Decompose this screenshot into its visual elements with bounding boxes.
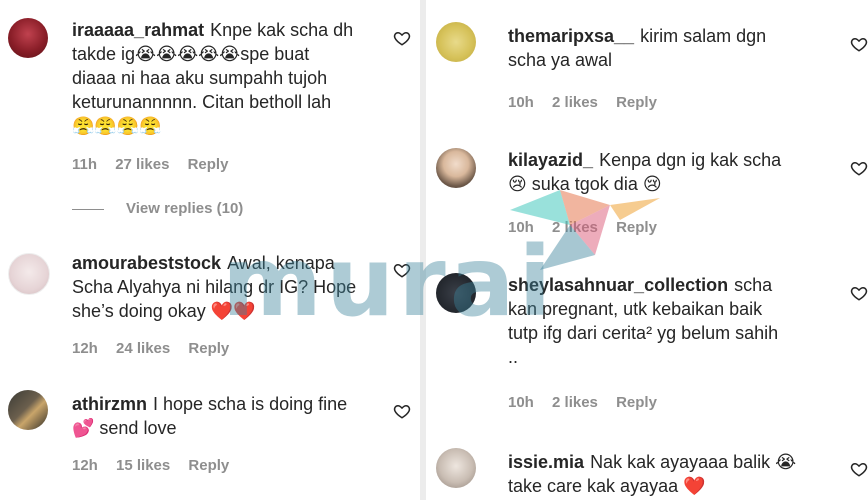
comment-text: diaaa ni haa aku sumpahh tujoh <box>72 68 328 88</box>
comment-time[interactable]: 11h <box>72 156 97 173</box>
comment-body: themaripxsa__ kirim salam dgn scha ya awa… <box>508 24 828 72</box>
comment-body: iraaaaa_rahmat Knpe kak scha dh takde ig😭… <box>72 18 392 138</box>
comment-text: take care kak ayayaa ❤️ <box>508 476 706 496</box>
comment-time[interactable]: 10h <box>508 394 534 411</box>
comment-text: scha ya awal <box>508 50 613 70</box>
comment-body: athirzmn I hope scha is doing fine 💕 send… <box>72 392 392 440</box>
comment-text: Knpe kak scha dh <box>210 20 354 40</box>
comment-meta: 11h 27 likes Reply <box>72 156 242 173</box>
heart-icon[interactable] <box>850 284 868 302</box>
reply-button[interactable]: Reply <box>188 156 229 173</box>
comment-item: athirzmn I hope scha is doing fine 💕 send… <box>0 384 420 500</box>
comment-text: 💕 send love <box>72 418 177 438</box>
comment-text: Nak kak ayayaaa balik 😭 <box>590 452 797 472</box>
comment-text: kirim salam dgn <box>640 26 767 46</box>
heart-icon[interactable] <box>850 159 868 177</box>
heart-icon[interactable] <box>850 460 868 478</box>
comment-username[interactable]: issie.mia <box>508 452 584 472</box>
like-count[interactable]: 24 likes <box>116 340 170 357</box>
comment-time[interactable]: 12h <box>72 457 98 474</box>
heart-icon[interactable] <box>393 29 411 47</box>
avatar[interactable] <box>8 18 48 58</box>
comment-username[interactable]: athirzmn <box>72 394 147 414</box>
replies-divider-line <box>72 208 104 210</box>
comment-meta: 10h 2 likes Reply <box>508 94 671 111</box>
comment-text: 😤😤😤😤 <box>72 116 162 136</box>
comment-meta: 12h 15 likes Reply <box>72 457 243 474</box>
comment-username[interactable]: kilayazid_ <box>508 150 593 170</box>
comment-text: takde ig😭😭😭😭😭spe buat <box>72 44 310 64</box>
comment-text: I hope scha is doing fine <box>153 394 348 414</box>
comment-text: scha <box>734 275 773 295</box>
like-count[interactable]: 15 likes <box>116 457 170 474</box>
comment-item: themaripxsa__ kirim salam dgn scha ya awa… <box>426 0 868 125</box>
comment-time[interactable]: 12h <box>72 340 98 357</box>
avatar[interactable] <box>8 253 50 295</box>
reply-button[interactable]: Reply <box>188 457 229 474</box>
reply-button[interactable]: Reply <box>616 94 657 111</box>
like-count[interactable]: 2 likes <box>552 94 598 111</box>
avatar[interactable] <box>8 390 48 430</box>
comment-item: issie.mia Nak kak ayayaaa balik 😭 take ca… <box>426 440 868 500</box>
like-count[interactable]: 27 likes <box>115 156 169 173</box>
comment-body: issie.mia Nak kak ayayaaa balik 😭 take ca… <box>508 450 838 498</box>
comment-username[interactable]: iraaaaa_rahmat <box>72 20 204 40</box>
view-replies-button[interactable]: View replies (10) <box>72 200 243 217</box>
comment-username[interactable]: amourabeststock <box>72 253 221 273</box>
comment-text: keturunannnnn. Citan betholl lah <box>72 92 332 112</box>
avatar[interactable] <box>436 148 476 188</box>
watermark-text: murai <box>222 226 556 338</box>
comment-meta: 10h 2 likes Reply <box>508 394 671 411</box>
comment-meta: 12h 24 likes Reply <box>72 340 243 357</box>
view-replies-label[interactable]: View replies (10) <box>126 200 243 217</box>
heart-icon[interactable] <box>393 402 411 420</box>
like-count[interactable]: 2 likes <box>552 394 598 411</box>
comment-username[interactable]: themaripxsa__ <box>508 26 634 46</box>
heart-icon[interactable] <box>850 35 868 53</box>
comment-text: Kenpa dgn ig kak scha <box>599 150 782 170</box>
comment-text: .. <box>508 347 519 367</box>
avatar[interactable] <box>436 22 476 62</box>
comment-item: iraaaaa_rahmat Knpe kak scha dh takde ig😭… <box>0 0 420 230</box>
comment-time[interactable]: 10h <box>508 94 534 111</box>
reply-button[interactable]: Reply <box>616 394 657 411</box>
avatar[interactable] <box>436 448 476 488</box>
comment-body: sheylasahnuar_collection scha kan pregnan… <box>508 273 853 369</box>
reply-button[interactable]: Reply <box>188 340 229 357</box>
